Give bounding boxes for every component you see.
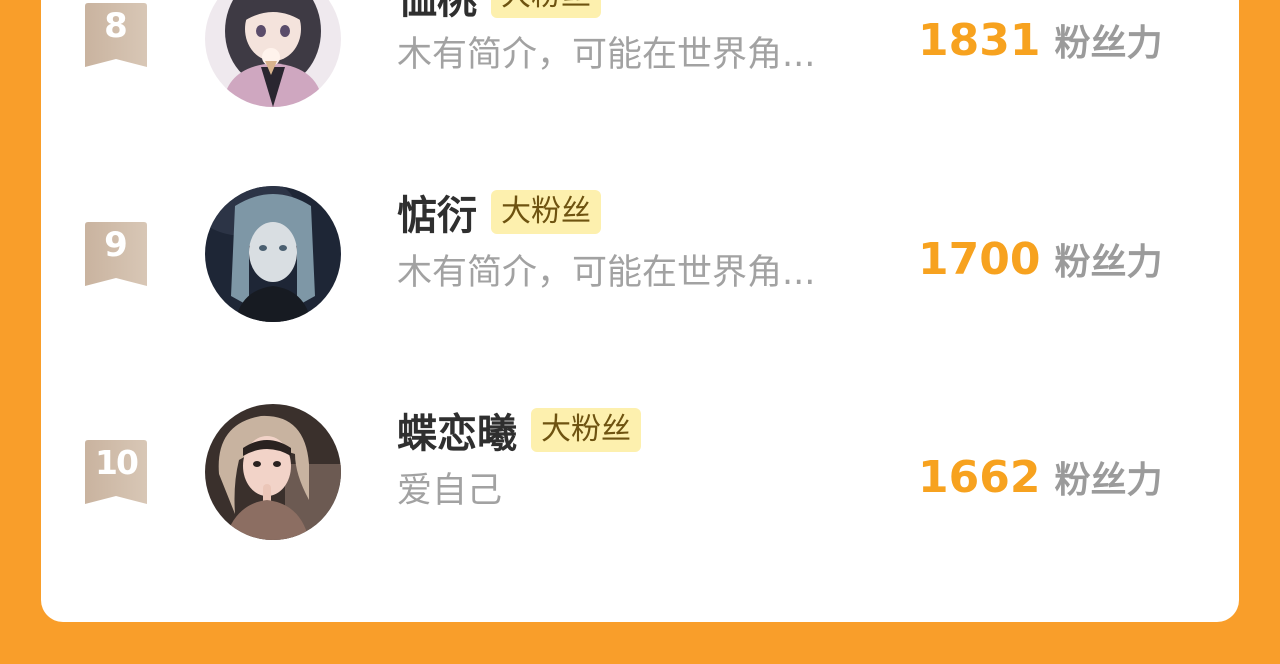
avatar-anime-girl-icon bbox=[205, 0, 341, 107]
fan-power-value: 1662 bbox=[918, 452, 1041, 503]
rank-badge: 9 bbox=[85, 222, 147, 286]
fan-row[interactable]: 9 惦衍 大粉丝 木有简介，可能在世界角... 1700 粉丝力 bbox=[41, 186, 1239, 328]
nickname: 恤桃 bbox=[397, 0, 477, 23]
fan-level-tag: 大粉丝 bbox=[491, 190, 601, 234]
fan-power-unit: 粉丝力 bbox=[1054, 460, 1163, 501]
fan-ranking-card: 8 恤桃 大粉丝 木有简介，可能在世界角... 1831 bbox=[41, 0, 1239, 622]
rank-number: 10 bbox=[95, 443, 139, 482]
fan-power-value: 1831 bbox=[918, 15, 1041, 66]
bio: 爱自己 bbox=[397, 471, 503, 511]
fan-power-unit: 粉丝力 bbox=[1054, 242, 1163, 283]
avatar[interactable] bbox=[205, 0, 341, 107]
avatar-anime-character-icon bbox=[205, 186, 341, 322]
rank-badge: 8 bbox=[85, 3, 147, 67]
fan-power: 1662 粉丝力 bbox=[918, 451, 1162, 503]
rank-number: 8 bbox=[104, 6, 128, 46]
avatar[interactable] bbox=[205, 186, 341, 322]
fan-row[interactable]: 10 蝶恋曦 大粉丝 爱自己 1662 粉丝力 bbox=[41, 404, 1239, 546]
rank-badge: 10 bbox=[85, 440, 147, 504]
nickname: 蝶恋曦 bbox=[397, 411, 517, 457]
rank-number: 9 bbox=[104, 225, 128, 265]
bio: 木有简介，可能在世界角... bbox=[397, 35, 816, 75]
fan-power: 1700 粉丝力 bbox=[918, 233, 1162, 285]
avatar[interactable] bbox=[205, 404, 341, 540]
fan-level-tag: 大粉丝 bbox=[491, 0, 601, 18]
avatar-photo-girl-icon bbox=[205, 404, 341, 540]
fan-row[interactable]: 8 恤桃 大粉丝 木有简介，可能在世界角... 1831 bbox=[41, 0, 1239, 110]
name-line: 蝶恋曦 大粉丝 bbox=[397, 404, 641, 457]
fan-level-tag: 大粉丝 bbox=[531, 408, 641, 452]
fan-power: 1831 粉丝力 bbox=[918, 14, 1162, 66]
fan-power-unit: 粉丝力 bbox=[1054, 23, 1163, 64]
bio: 木有简介，可能在世界角... bbox=[397, 253, 816, 293]
name-line: 恤桃 大粉丝 bbox=[397, 0, 601, 23]
nickname: 惦衍 bbox=[397, 193, 477, 239]
name-line: 惦衍 大粉丝 bbox=[397, 186, 601, 239]
fan-power-value: 1700 bbox=[918, 234, 1041, 285]
